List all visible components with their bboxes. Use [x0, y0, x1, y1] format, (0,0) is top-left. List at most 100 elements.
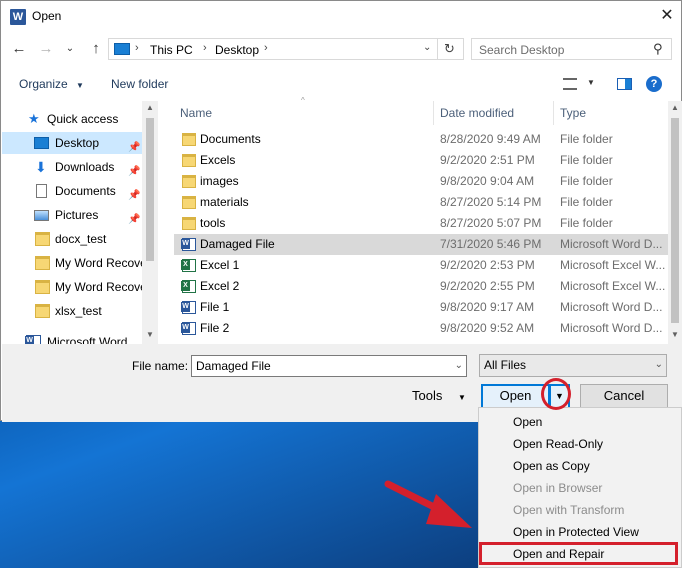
arrow-head: [426, 494, 472, 528]
file-date-modified: 9/8/2020 9:04 AM: [440, 174, 535, 188]
scrollbar-thumb[interactable]: [146, 118, 154, 261]
menu-item-open-in-browser[interactable]: Open in Browser: [479, 477, 681, 499]
nav-label: Quick access: [47, 112, 119, 126]
chevron-down-icon[interactable]: ⌄: [423, 42, 431, 53]
file-list: Documents 8/28/2020 9:49 AM File folder Exc…: [174, 129, 668, 341]
file-type: Microsoft Word D...: [560, 237, 663, 251]
menu-item-open[interactable]: Open: [479, 411, 681, 433]
recent-locations-button[interactable]: ⌄: [61, 40, 79, 58]
file-type: File folder: [560, 195, 613, 209]
folder-icon: [35, 256, 50, 270]
file-row[interactable]: Excels 9/2/2020 2:51 PM File folder: [174, 150, 668, 171]
nav-item-folder[interactable]: docx_test: [2, 228, 142, 250]
tools-button[interactable]: Tools ▼: [412, 388, 466, 403]
column-divider[interactable]: [553, 101, 554, 125]
menu-item-open-in-protected-view[interactable]: Open in Protected View: [479, 521, 681, 543]
menu-item-open-with-transform[interactable]: Open with Transform: [479, 499, 681, 521]
file-row[interactable]: Excel 2 9/2/2020 2:55 PM Microsoft Excel W…: [174, 276, 668, 297]
chevron-down-icon: ⌄: [65, 43, 75, 54]
folder-icon: [182, 196, 196, 209]
file-row[interactable]: tools 8/27/2020 5:07 PM File folder: [174, 213, 668, 234]
nav-item-quick-access[interactable]: ★ Quick access: [28, 108, 158, 130]
scrollbar-thumb[interactable]: [671, 118, 679, 323]
nav-scrollbar[interactable]: ▲ ▼: [142, 101, 158, 344]
nav-item-pictures[interactable]: Pictures 📌: [2, 204, 142, 226]
file-date-modified: 9/2/2020 2:51 PM: [440, 153, 535, 167]
annotation-circle: [541, 378, 571, 410]
file-name: Documents: [200, 132, 261, 146]
nav-label: Pictures: [55, 208, 99, 222]
nav-item-documents[interactable]: Documents 📌: [2, 180, 142, 202]
file-row[interactable]: Documents 8/28/2020 9:49 AM File folder: [174, 129, 668, 150]
column-header-type[interactable]: Type: [560, 101, 586, 125]
scroll-up-icon[interactable]: ▲: [146, 103, 154, 112]
file-name: Damaged File: [200, 237, 275, 251]
view-options-icon[interactable]: [563, 78, 577, 90]
menu-item-open-read-only[interactable]: Open Read-Only: [479, 433, 681, 455]
breadcrumb-this-pc[interactable]: This PC: [150, 43, 193, 57]
nav-item-downloads[interactable]: ⬇ Downloads 📌: [2, 156, 142, 178]
folder-icon: [182, 175, 196, 188]
scroll-up-icon[interactable]: ▲: [671, 103, 679, 112]
nav-label: Downloads: [55, 160, 115, 174]
forward-button[interactable]: →: [37, 40, 55, 58]
back-button[interactable]: ←: [10, 40, 28, 58]
address-bar[interactable]: › This PC › Desktop › ⌄ ↻: [108, 38, 464, 60]
file-type: File folder: [560, 216, 613, 230]
file-row[interactable]: File 1 9/8/2020 9:17 AM Microsoft Word D..…: [174, 297, 668, 318]
menu-item-open-as-copy[interactable]: Open as Copy: [479, 455, 681, 477]
window-title: Open: [32, 9, 62, 23]
file-name: Excel 1: [200, 258, 240, 272]
file-name-label: File name:: [132, 359, 189, 373]
preview-pane-icon[interactable]: [617, 78, 632, 90]
file-row[interactable]: images 9/8/2020 9:04 AM File folder: [174, 171, 668, 192]
tools-label: Tools: [412, 388, 443, 403]
refresh-icon[interactable]: ↻: [444, 41, 455, 57]
nav-item-microsoft-word[interactable]: Microsoft Word: [2, 331, 142, 344]
sort-up-icon: ^: [301, 96, 305, 105]
nav-label: Microsoft Word: [47, 335, 128, 344]
caret-down-icon[interactable]: ▼: [587, 78, 595, 87]
chevron-right-icon: ›: [264, 42, 268, 54]
close-button[interactable]: ✕: [652, 3, 682, 29]
scroll-down-icon[interactable]: ▼: [146, 330, 154, 339]
scroll-down-icon[interactable]: ▼: [671, 330, 679, 339]
file-type: Microsoft Word D...: [560, 300, 663, 314]
file-list-scrollbar[interactable]: ▲ ▼: [668, 101, 682, 344]
search-input[interactable]: Search Desktop: [479, 43, 564, 57]
new-folder-button[interactable]: New folder: [111, 77, 168, 91]
word-document-icon: [181, 238, 196, 251]
file-row[interactable]: Damaged File 7/31/2020 5:46 PM Microsoft W…: [174, 234, 668, 255]
help-icon[interactable]: ?: [646, 76, 662, 92]
chevron-right-icon: ›: [203, 42, 207, 54]
download-icon: ⬇: [35, 159, 47, 175]
divider: [437, 38, 438, 60]
file-date-modified: 8/28/2020 9:49 AM: [440, 132, 541, 146]
column-header-date[interactable]: Date modified: [440, 101, 514, 125]
nav-item-folder[interactable]: My Word Recove: [2, 276, 142, 298]
file-type: File folder: [560, 174, 613, 188]
nav-label: My Word Recove: [55, 280, 142, 294]
nav-item-folder[interactable]: My Word Recove: [2, 252, 142, 274]
file-name: materials: [200, 195, 249, 209]
up-button[interactable]: ↑: [87, 40, 105, 58]
file-row[interactable]: materials 8/27/2020 5:14 PM File folder: [174, 192, 668, 213]
file-date-modified: 7/31/2020 5:46 PM: [440, 237, 542, 251]
nav-item-folder[interactable]: xlsx_test: [2, 300, 142, 322]
cancel-button[interactable]: Cancel: [580, 384, 668, 409]
column-divider[interactable]: [433, 101, 434, 125]
word-icon: [25, 335, 41, 344]
caret-down-icon: ▼: [76, 81, 84, 90]
file-row[interactable]: File 2 9/8/2020 9:52 AM Microsoft Word D..…: [174, 318, 668, 339]
navigation-pane: ★ Quick access Desktop 📌 ⬇ Downloads 📌 D…: [2, 101, 158, 344]
file-row[interactable]: Excel 1 9/2/2020 2:53 PM Microsoft Excel W…: [174, 255, 668, 276]
breadcrumb-desktop[interactable]: Desktop: [215, 43, 259, 57]
open-button[interactable]: Open: [481, 384, 550, 409]
file-type-select[interactable]: All Files ⌄: [479, 354, 667, 377]
column-header-name[interactable]: Name: [180, 101, 212, 125]
nav-item-desktop[interactable]: Desktop 📌: [2, 132, 142, 154]
organize-button[interactable]: Organize ▼: [19, 77, 84, 91]
chevron-down-icon[interactable]: ⌄: [455, 356, 463, 376]
search-box[interactable]: Search Desktop ⚲: [471, 38, 672, 60]
file-name-input[interactable]: Damaged File ⌄: [191, 355, 467, 377]
